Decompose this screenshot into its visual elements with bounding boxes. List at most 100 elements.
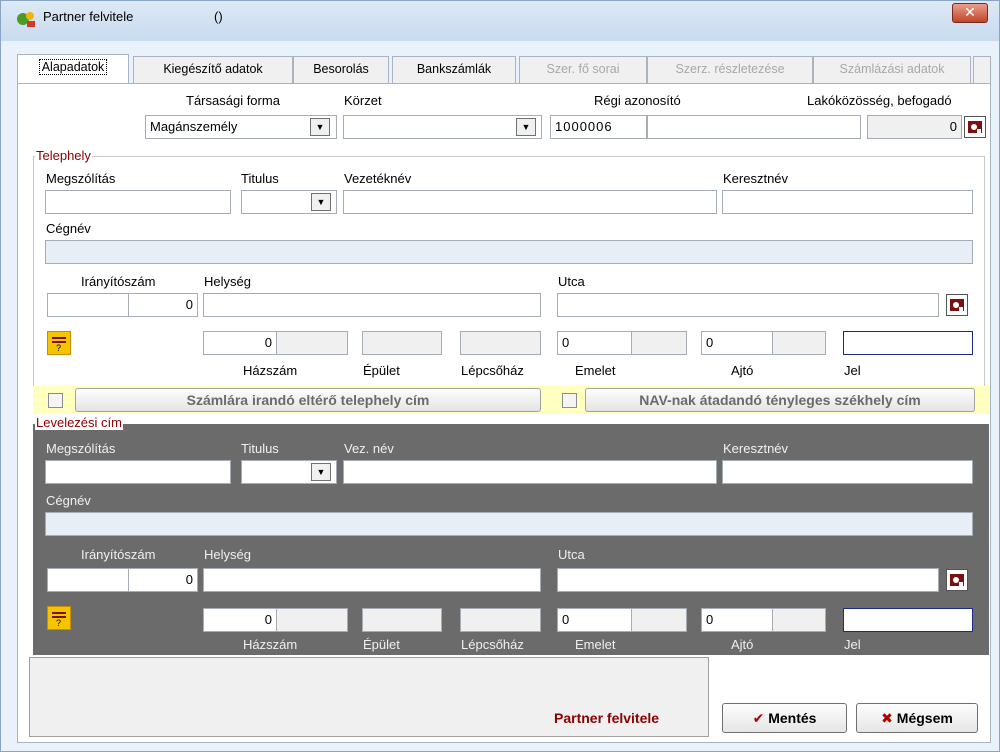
chevron-down-icon[interactable]: ▼ bbox=[516, 118, 536, 136]
szamlara-checkbox[interactable] bbox=[48, 393, 63, 408]
szamlara-button[interactable]: Számlára irandó eltérő telephely cím bbox=[75, 388, 541, 412]
vezeteknev-input[interactable] bbox=[343, 190, 717, 214]
regi-azonosito-label: Régi azonosító bbox=[594, 93, 681, 108]
ajto-input[interactable]: 0 bbox=[701, 331, 773, 355]
iranyitoszam-value-input[interactable]: 0 bbox=[128, 293, 198, 317]
footer-title: Partner felvitele bbox=[554, 710, 660, 726]
lakokozosseg-input[interactable]: 0 bbox=[867, 115, 962, 139]
save-label: Mentés bbox=[768, 710, 817, 726]
lepcsohaz-input[interactable] bbox=[460, 331, 541, 355]
korzet-label: Körzet bbox=[344, 93, 382, 108]
tarsasagi-forma-label: Társasági forma bbox=[186, 93, 280, 108]
lev-lepcsohaz-input[interactable] bbox=[460, 608, 541, 632]
nav-button[interactable]: NAV-nak átadandó tényleges székhely cím bbox=[585, 388, 975, 412]
epulet-label: Épület bbox=[363, 363, 400, 378]
hazszam-label: Házszám bbox=[243, 363, 298, 378]
lev-hazszam-input[interactable]: 0 bbox=[203, 608, 277, 632]
titulus-label: Titulus bbox=[241, 171, 279, 186]
lev-ajto-label: Ajtó bbox=[731, 637, 754, 652]
lev-iranyitoszam-input[interactable] bbox=[47, 568, 129, 592]
hazszam-extra-input[interactable] bbox=[276, 331, 348, 355]
lepcsohaz-label: Lépcsőház bbox=[461, 363, 524, 378]
jel-input[interactable] bbox=[843, 331, 973, 355]
epulet-input[interactable] bbox=[362, 331, 442, 355]
keresztnev-input[interactable] bbox=[722, 190, 973, 214]
lev-emelet-input[interactable]: 0 bbox=[557, 608, 632, 632]
hazszam-input[interactable]: 0 bbox=[203, 331, 277, 355]
lev-hazszam-label: Házszám bbox=[243, 637, 298, 652]
tab-kiegeszito-adatok[interactable]: Kiegészítő adatok bbox=[133, 56, 293, 83]
ajto-extra-input[interactable] bbox=[772, 331, 826, 355]
chevron-down-icon[interactable]: ▼ bbox=[310, 118, 330, 136]
megszolitas-input[interactable] bbox=[45, 190, 231, 214]
lev-cegnev-label: Cégnév bbox=[46, 493, 91, 508]
save-button[interactable]: ✔ Mentés bbox=[722, 703, 847, 733]
tab-bankszamlak[interactable]: Bankszámlák bbox=[392, 56, 516, 83]
tab-szer-fo-sorai[interactable]: Szer. fő sorai bbox=[519, 56, 647, 83]
tab-szamlazasi-adatok[interactable]: Számlázási adatok bbox=[813, 56, 971, 83]
tab-alapadatok[interactable]: Alapadatok bbox=[17, 54, 129, 83]
lev-jel-input[interactable] bbox=[843, 608, 973, 632]
levelezesi-title: Levelezési cím bbox=[35, 415, 123, 430]
svg-text:?: ? bbox=[56, 618, 61, 627]
lev-vez-nev-input[interactable] bbox=[343, 460, 717, 484]
lev-cegnev-input[interactable] bbox=[45, 512, 973, 536]
lev-utca-input[interactable] bbox=[557, 568, 939, 592]
lev-ajto-input[interactable]: 0 bbox=[701, 608, 773, 632]
helyseg-label: Helység bbox=[204, 274, 251, 289]
iranyitoszam-input[interactable] bbox=[47, 293, 129, 317]
lev-keresztnev-label: Keresztnév bbox=[723, 441, 789, 456]
lev-megszolitas-input[interactable] bbox=[45, 460, 231, 484]
regi-azonosito-extra-input[interactable] bbox=[647, 115, 861, 139]
tab-besorolas[interactable]: Besorolás bbox=[293, 56, 389, 83]
tarsasagi-forma-select[interactable]: Magánszemély bbox=[145, 115, 337, 139]
lookup-icon[interactable] bbox=[964, 116, 986, 138]
lev-epulet-input[interactable] bbox=[362, 608, 442, 632]
chevron-down-icon[interactable]: ▼ bbox=[311, 463, 331, 481]
telephely-title: Telephely bbox=[35, 148, 92, 163]
iranyitoszam-label: Irányítószám bbox=[81, 274, 156, 289]
regi-azonosito-input[interactable]: 1000006 bbox=[550, 115, 647, 139]
lev-street-lookup-icon[interactable] bbox=[946, 569, 968, 591]
street-lookup-icon[interactable] bbox=[946, 294, 968, 316]
lev-hazszam-extra-input[interactable] bbox=[276, 608, 348, 632]
levelezesi-group: Megszólítás Titulus ▼ Vez. név Keresztné… bbox=[33, 424, 989, 655]
lev-helyseg-input[interactable] bbox=[203, 568, 541, 592]
lev-iranyitoszam-value-input[interactable]: 0 bbox=[128, 568, 198, 592]
cegnev-input[interactable] bbox=[45, 240, 973, 264]
nav-checkbox[interactable] bbox=[562, 393, 577, 408]
lev-emelet-extra-input[interactable] bbox=[631, 608, 687, 632]
emelet-label: Emelet bbox=[575, 363, 616, 378]
emelet-extra-input[interactable] bbox=[631, 331, 687, 355]
cancel-label: Mégsem bbox=[896, 710, 953, 726]
helyseg-input[interactable] bbox=[203, 293, 541, 317]
svg-text:?: ? bbox=[56, 343, 61, 352]
lev-jel-label: Jel bbox=[844, 637, 861, 652]
chevron-down-icon[interactable]: ▼ bbox=[311, 193, 331, 211]
korzet-select[interactable] bbox=[343, 115, 542, 139]
lev-filter-icon[interactable]: ? bbox=[47, 606, 71, 630]
lev-helyseg-label: Helység bbox=[204, 547, 251, 562]
jel-label: Jel bbox=[844, 363, 861, 378]
tab-overflow[interactable] bbox=[973, 56, 991, 83]
window-title-suffix: () bbox=[214, 9, 223, 24]
lev-keresztnev-input[interactable] bbox=[722, 460, 973, 484]
close-button[interactable]: ✕ bbox=[952, 3, 988, 23]
lev-ajto-extra-input[interactable] bbox=[772, 608, 826, 632]
check-icon: ✔ bbox=[752, 710, 765, 726]
tab-szerz-reszletezese[interactable]: Szerz. részletezése bbox=[647, 56, 813, 83]
close-x-icon: ✖ bbox=[881, 710, 893, 726]
keresztnev-label: Keresztnév bbox=[723, 171, 789, 186]
lev-vez-nev-label: Vez. név bbox=[344, 441, 394, 456]
close-icon: ✕ bbox=[964, 4, 976, 20]
lev-iranyitoszam-label: Irányítószám bbox=[81, 547, 156, 562]
title-bar[interactable]: Partner felvitele () ✕ bbox=[1, 1, 999, 41]
lev-epulet-label: Épület bbox=[363, 637, 400, 652]
utca-input[interactable] bbox=[557, 293, 939, 317]
cancel-button[interactable]: ✖ Mégsem bbox=[856, 703, 978, 733]
filter-icon[interactable]: ? bbox=[47, 331, 71, 355]
emelet-input[interactable]: 0 bbox=[557, 331, 632, 355]
window-title: Partner felvitele bbox=[43, 9, 134, 24]
ajto-label: Ajtó bbox=[731, 363, 754, 378]
lev-utca-label: Utca bbox=[558, 547, 585, 562]
